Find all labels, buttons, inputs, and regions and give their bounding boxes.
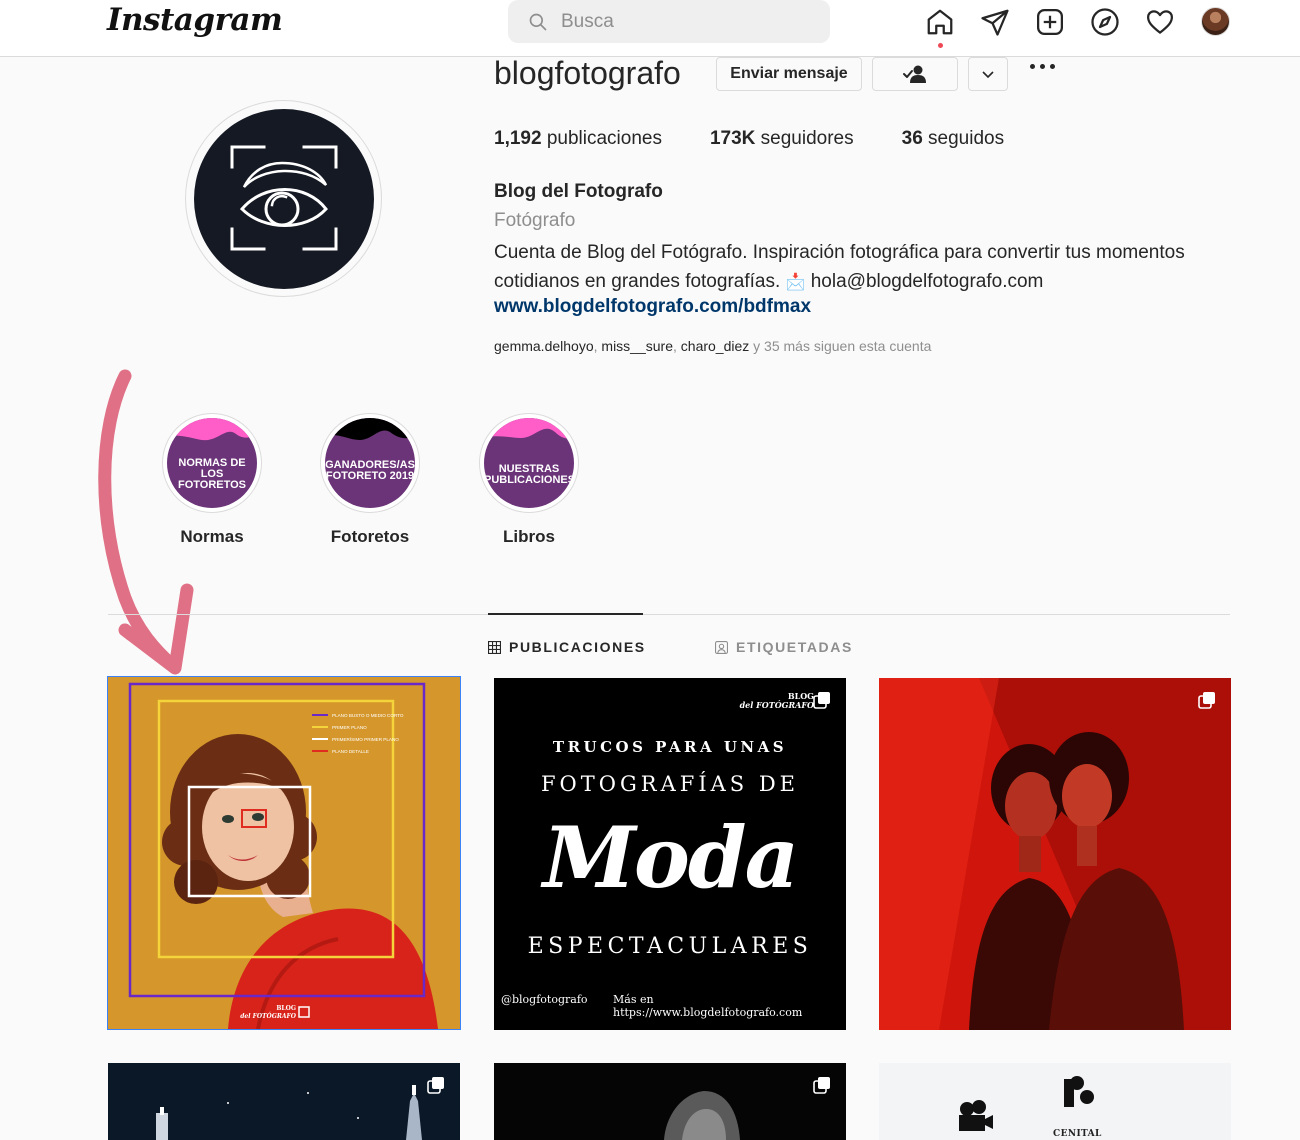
- profile-full-name: Blog del Fotografo: [494, 181, 663, 202]
- more-options-icon[interactable]: [1030, 64, 1055, 69]
- suggestions-dropdown-button[interactable]: [968, 57, 1008, 91]
- highlight-cover: NORMAS DE LOS FOTORETOS: [162, 413, 262, 513]
- post-moda[interactable]: BLOG del FOTÓGRAFO TRUCOS PARA UNAS FOTOG…: [494, 678, 846, 1030]
- search-icon: [529, 13, 547, 30]
- highlight-libros[interactable]: NUESTRAS PUBLICACIONES Libros: [477, 413, 581, 547]
- profile-picture[interactable]: [194, 109, 374, 289]
- profile-stats: 1,192 publicaciones 173K seguidores 36 s…: [494, 128, 1052, 150]
- post-label: CENITAL: [1053, 1129, 1102, 1139]
- bio-line: cotidianos en grandes fotografías. 📩 hol…: [494, 271, 1044, 292]
- active-tab-indicator: [488, 613, 643, 615]
- highlight-cover: GANADORES/AS FOTORETO 2019: [320, 413, 420, 513]
- post-handle: @blogfotografo: [501, 993, 588, 1006]
- post-title-script: Moda: [542, 808, 799, 907]
- send-message-button[interactable]: Enviar mensaje: [716, 57, 862, 91]
- tagged-icon: [715, 640, 728, 654]
- top-nav: Instagram Busca: [0, 0, 1300, 57]
- grid-icon: [488, 640, 501, 654]
- activity-icon[interactable]: [1142, 6, 1178, 38]
- person-check-icon: [903, 65, 926, 83]
- followed-by-text[interactable]: gemma.delhoyo, miss__sure, charo_diez y …: [494, 338, 931, 354]
- post-planos[interactable]: PLANO BUSTO O MEDIO CORTO PRIMER PLANO P…: [107, 676, 461, 1030]
- svg-text:del FOTÓGRAFO: del FOTÓGRAFO: [240, 1012, 297, 1020]
- post-night-city[interactable]: [108, 1063, 460, 1140]
- profile-website-link[interactable]: www.blogdelfotografo.com/bdfmax: [494, 296, 811, 318]
- chevron-down-icon: [982, 71, 994, 79]
- highlight-label: Normas: [180, 527, 244, 546]
- post-red-portrait[interactable]: [879, 678, 1231, 1030]
- carousel-icon: [813, 1077, 830, 1094]
- post-image: [879, 678, 1231, 1030]
- profile-avatar[interactable]: [1201, 7, 1230, 36]
- profile-category: Fotógrafo: [494, 210, 576, 231]
- bio-line: Cuenta de Blog del Fotógrafo. Inspiració…: [494, 242, 1185, 263]
- post-image: PLANO BUSTO O MEDIO CORTO PRIMER PLANO P…: [108, 677, 460, 1029]
- direct-icon[interactable]: [977, 6, 1013, 38]
- highlight-label: Libros: [503, 527, 555, 546]
- post-camera-angles[interactable]: CENITAL: [879, 1063, 1231, 1140]
- carousel-icon: [427, 1077, 444, 1094]
- envelope-icon: 📩: [785, 274, 806, 291]
- profile-bio: Cuenta de Blog del Fotógrafo. Inspiració…: [494, 238, 1234, 297]
- tab-etiquetadas[interactable]: ETIQUETADAS: [715, 639, 853, 655]
- followers-count[interactable]: 173K seguidores: [710, 128, 854, 150]
- post-title-line: FOTOGRAFÍAS DE: [540, 772, 800, 796]
- svg-text:PRIMER PLANO: PRIMER PLANO: [332, 725, 367, 730]
- eye-logo-icon: [230, 145, 338, 251]
- tab-publicaciones[interactable]: PUBLICACIONES: [488, 639, 646, 655]
- tabs-divider: [108, 614, 1230, 615]
- highlight-fotoretos[interactable]: GANADORES/AS FOTORETO 2019 Fotoretos: [318, 413, 422, 547]
- svg-text:BLOG: BLOG: [276, 1005, 296, 1012]
- home-icon[interactable]: [922, 6, 958, 48]
- svg-text:PLANO BUSTO O MEDIO CORTO: PLANO BUSTO O MEDIO CORTO: [332, 713, 404, 718]
- search-input[interactable]: Busca: [508, 0, 830, 43]
- explore-icon[interactable]: [1087, 6, 1123, 38]
- post-dark-portrait[interactable]: [494, 1063, 846, 1140]
- post-image: [108, 1063, 460, 1140]
- posts-count: 1,192 publicaciones: [494, 128, 662, 149]
- carousel-icon: [813, 692, 830, 709]
- following-button[interactable]: [872, 57, 958, 91]
- highlight-normas[interactable]: NORMAS DE LOS FOTORETOS Normas: [160, 413, 264, 547]
- post-title-line: TRUCOS PARA UNAS: [552, 738, 788, 756]
- highlight-cover: NUESTRAS PUBLICACIONES: [479, 413, 579, 513]
- profile-username: blogfotografo: [494, 55, 681, 91]
- post-image: [494, 1063, 846, 1140]
- highlight-label: Fotoretos: [330, 527, 410, 546]
- following-count[interactable]: 36 seguidos: [902, 128, 1004, 150]
- search-placeholder: Busca: [561, 10, 614, 32]
- post-title-line: ESPECTACULARES: [527, 934, 813, 959]
- brand-watermark: BLOG del FOTÓGRAFO: [739, 691, 814, 710]
- instagram-logo[interactable]: Instagram: [107, 2, 283, 38]
- post-url: Más en https://www.blogdelfotografo.com: [613, 993, 803, 1019]
- carousel-icon: [1198, 692, 1215, 709]
- new-post-icon[interactable]: [1032, 6, 1068, 38]
- svg-text:PRIMERÍSIMO PRIMER PLANO: PRIMERÍSIMO PRIMER PLANO: [332, 736, 399, 742]
- svg-text:PLANO DETALLE: PLANO DETALLE: [332, 749, 369, 754]
- notification-dot: [938, 43, 943, 48]
